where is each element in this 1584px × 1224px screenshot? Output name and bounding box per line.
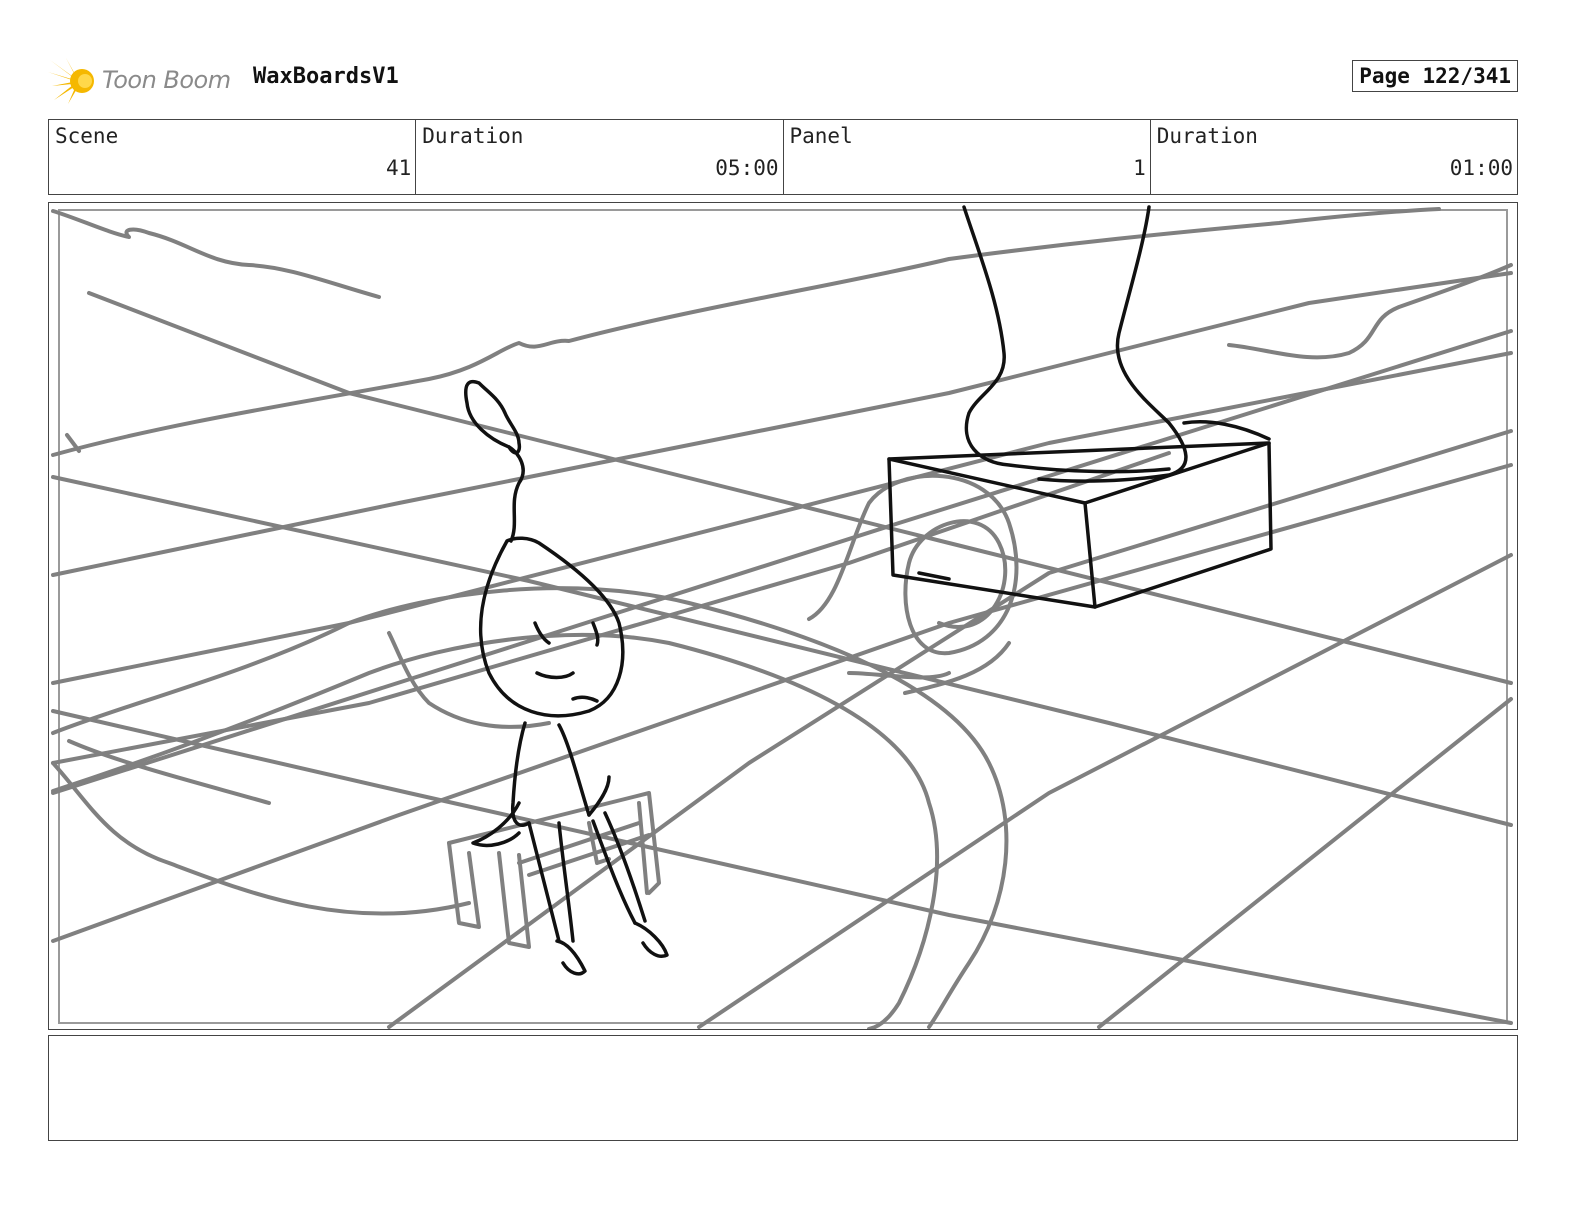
logo-text: Toon Boom (102, 66, 231, 94)
scene-cell: Scene 41 (49, 120, 417, 194)
scene-duration-label: Duration (422, 124, 524, 148)
panel-label: Panel (789, 124, 853, 148)
storyboard-panel-frame (48, 202, 1518, 1030)
panel-info-row: Scene 41 Duration 05:00 Panel 1 Duration… (48, 119, 1518, 195)
toon-boom-logo: Toon Boom (48, 54, 238, 106)
panel-notes-box (48, 1035, 1518, 1141)
storyboard-sketch (51, 205, 1513, 1029)
panel-cell: Panel 1 (784, 120, 1151, 194)
page-indicator: Page 122/341 (1352, 60, 1518, 92)
toon-boom-star-icon (48, 58, 94, 104)
scene-value: 41 (385, 156, 412, 180)
panel-duration-cell: Duration 01:00 (1151, 120, 1517, 194)
scene-duration-value: 05:00 (715, 156, 779, 180)
scene-label: Scene (55, 124, 119, 148)
panel-duration-value: 01:00 (1449, 156, 1513, 180)
panel-value: 1 (1133, 156, 1146, 180)
scene-duration-cell: Duration 05:00 (416, 120, 784, 194)
page-header: Toon Boom WaxBoardsV1 Page 122/341 (48, 52, 1520, 108)
panel-duration-label: Duration (1156, 124, 1258, 148)
project-title: WaxBoardsV1 (253, 64, 399, 89)
